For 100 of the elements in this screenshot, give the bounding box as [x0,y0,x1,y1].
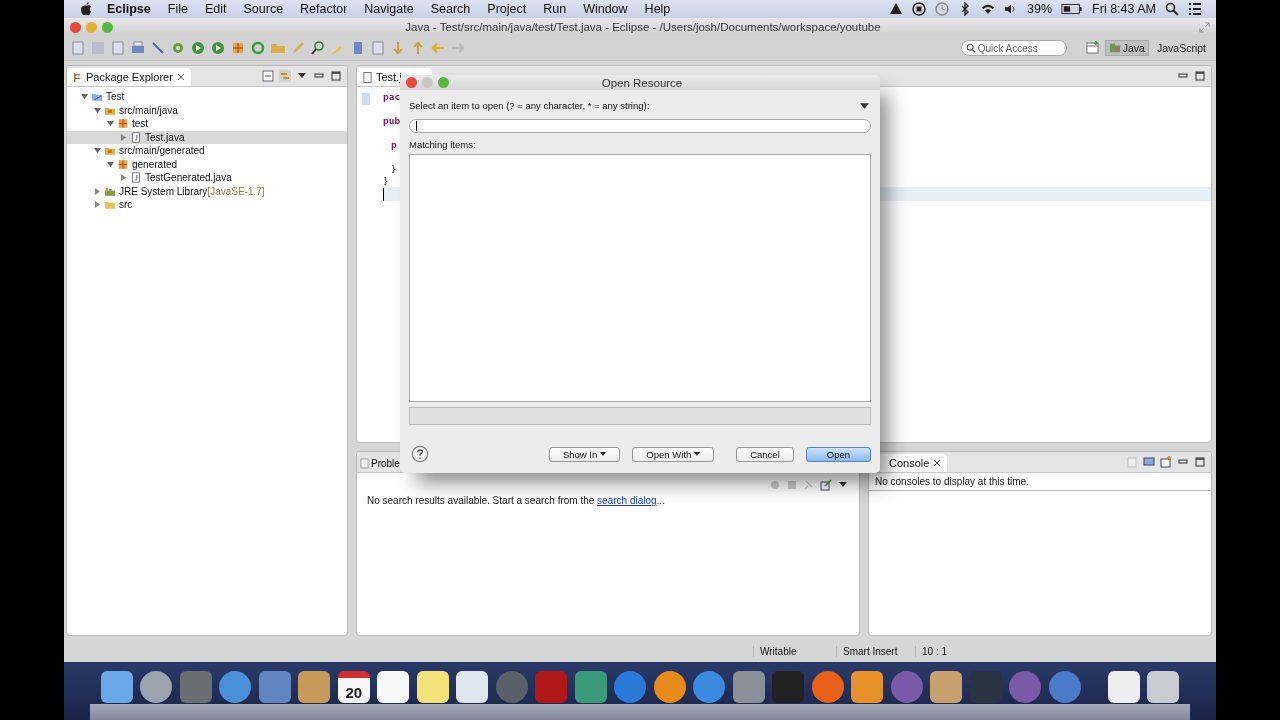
search-dialog-link[interactable]: search dialog [597,495,657,506]
folder-icon [104,199,116,211]
dialog-button[interactable]: Open With [632,446,715,462]
perspective-tab[interactable]: Java [1104,40,1149,56]
menu-item[interactable]: Run [543,2,567,16]
zoom-button[interactable] [438,77,449,88]
code-text: } [391,163,397,174]
clock-icon[interactable] [935,2,950,16]
menu-item[interactable]: File [167,2,188,16]
dialog-button[interactable]: Cancel [736,446,794,462]
text-cursor [383,188,384,201]
code-text: } [383,175,389,186]
tree-item[interactable]: src [67,198,347,212]
tree-item[interactable]: Test.java [67,130,347,144]
tree-item[interactable]: src/main/java [67,103,347,117]
close-button[interactable] [406,77,417,88]
menu-item[interactable]: Source [243,2,284,16]
page-icon [360,457,369,469]
dialog-button[interactable]: Open [805,446,871,462]
close-button[interactable] [70,21,81,33]
grid-icon[interactable] [230,40,246,56]
collapsed-arrow-icon[interactable] [94,201,101,209]
monitor-icon[interactable] [1143,456,1155,468]
record-icon[interactable] [912,2,927,16]
menu-item[interactable]: Window [583,2,628,16]
status-field: Writable [753,645,836,657]
search-icon[interactable] [1165,2,1179,16]
calendar-icon[interactable]: 20 [337,671,370,703]
export-icon[interactable] [820,479,832,491]
perspective-tab[interactable]: JavaScript [1152,40,1210,56]
printer-icon[interactable] [130,40,146,56]
dialog-title: Open Resource [600,76,684,89]
tree-item[interactable]: test [67,117,347,131]
code-text: pac [383,91,401,102]
clock[interactable]: Fri 8:43 AM [1092,2,1156,16]
quick-access-field[interactable]: Quick Access [960,40,1067,56]
collapsed-arrow-icon[interactable] [120,133,127,141]
package-icon [117,118,129,130]
tree-item[interactable]: generated [67,157,347,171]
menu-item[interactable]: Edit [204,2,227,16]
play-icon[interactable] [190,40,206,56]
close-icon[interactable] [176,73,185,81]
hierarchy-icon [73,71,82,83]
tree-item[interactable]: TestGenerated.java [67,171,347,185]
status-field: Smart Insert [836,645,915,657]
triangle-icon[interactable] [889,2,904,16]
new-console-icon[interactable] [1160,456,1172,468]
app-menu[interactable]: Eclipse [107,2,151,16]
status-field: 10 : 1 [915,645,984,657]
java-file-icon [130,131,142,143]
maximize-icon[interactable] [330,70,342,82]
menu-item[interactable]: Project [487,2,527,16]
menu-item[interactable]: Help [644,2,671,16]
close-icon[interactable] [933,459,942,467]
fullscreen-icon[interactable] [1199,21,1210,33]
expanded-arrow-icon[interactable] [107,160,114,168]
menu-item[interactable]: Navigate [364,2,414,16]
collapse-all-icon[interactable] [262,70,274,82]
dialog-button[interactable]: Show In [548,446,621,462]
books-icon [1108,42,1121,54]
maximize-icon[interactable] [1194,70,1206,82]
expanded-arrow-icon[interactable] [81,93,88,101]
tree-item[interactable]: Test [67,90,347,104]
package-icon [117,158,129,170]
expanded-arrow-icon[interactable] [94,147,101,155]
java-file-icon [363,71,372,83]
search-input[interactable] [409,119,871,133]
battery-percent: 39% [1027,2,1053,16]
apple-icon[interactable] [80,1,93,17]
menu-item[interactable]: Search [430,2,471,16]
expanded-arrow-icon[interactable] [107,120,114,128]
code-text: pub [383,115,401,126]
menu-item[interactable]: Refactor [300,2,348,16]
tree-item[interactable]: src/main/generated [67,144,347,158]
search-message: No search results available. Start a search from the search dialog... [366,494,666,508]
tree-item[interactable]: JRE System Library[JavaSE-1.7] [67,184,347,198]
stop-icon[interactable] [786,479,798,491]
collapsed-arrow-icon[interactable] [94,187,101,195]
collapsed-arrow-icon[interactable] [120,174,127,182]
zoom-button[interactable] [102,21,113,33]
library-icon [104,185,116,197]
problems-tab[interactable]: Proble [357,454,406,472]
open-perspective-icon[interactable] [1084,40,1101,56]
battery-icon[interactable] [1061,3,1084,15]
console-message: No consoles to display at this time. [869,473,1211,491]
play-icon[interactable] [210,40,226,56]
expanded-arrow-icon[interactable] [94,106,101,114]
clipboard-icon[interactable] [1126,456,1138,468]
search-icon [965,43,976,53]
matching-items-label: Matching items: [409,139,477,150]
list-icon[interactable] [1188,2,1202,16]
wifi-icon[interactable] [981,2,996,16]
needle-icon[interactable] [150,40,166,56]
help-icon[interactable] [411,445,429,463]
maximize-icon[interactable] [1194,456,1206,468]
link-icon[interactable] [279,70,291,82]
project-folder-icon [91,91,103,103]
package-explorer-tab[interactable]: Package Explorer [67,68,191,86]
prompt-label: Select an item to open (? = any character, * = any string): [409,100,650,111]
dropdown-arrow-icon[interactable] [860,102,869,109]
